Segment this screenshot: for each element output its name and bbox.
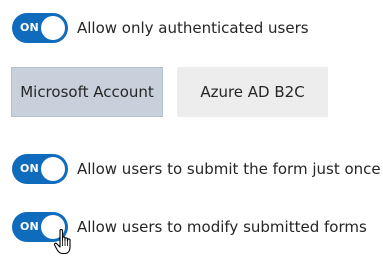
toggle-knob [41, 157, 65, 181]
submit-once-setting: ON Allow users to submit the form just o… [12, 154, 381, 184]
authenticated-users-label: Allow only authenticated users [77, 19, 309, 37]
toggle-state-text: ON [20, 162, 39, 175]
toggle-knob [41, 215, 65, 239]
modify-forms-label: Allow users to modify submitted forms [77, 218, 367, 236]
submit-once-toggle[interactable]: ON [12, 154, 68, 184]
microsoft-account-button[interactable]: Microsoft Account [11, 67, 163, 117]
modify-forms-toggle[interactable]: ON [12, 212, 68, 242]
azure-ad-b2c-button[interactable]: Azure AD B2C [177, 67, 328, 117]
azure-ad-b2c-label: Azure AD B2C [200, 83, 305, 101]
submit-once-label: Allow users to submit the form just once [77, 160, 381, 178]
modify-forms-setting: ON Allow users to modify submitted forms [12, 212, 367, 242]
microsoft-account-label: Microsoft Account [20, 83, 154, 101]
authenticated-users-setting: ON Allow only authenticated users [12, 13, 309, 43]
toggle-state-text: ON [20, 220, 39, 233]
authenticated-users-toggle[interactable]: ON [12, 13, 68, 43]
toggle-state-text: ON [20, 21, 39, 34]
toggle-knob [41, 16, 65, 40]
